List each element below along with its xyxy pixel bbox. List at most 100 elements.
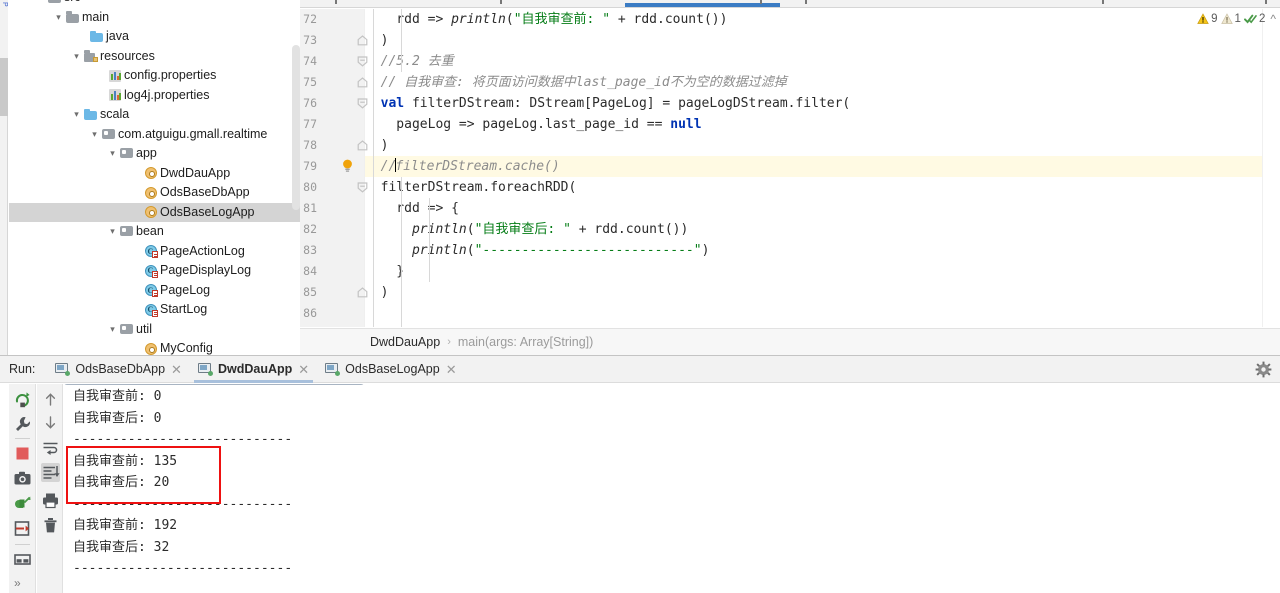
code-line[interactable]: pageLog => pageLog.last_page_id == null [365, 114, 701, 135]
properties-file-icon [107, 66, 124, 85]
tree-item-src[interactable]: src [9, 0, 300, 8]
tree-item-pageactionlog[interactable]: C PageActionLog [9, 242, 300, 262]
layout-icon[interactable] [13, 550, 32, 569]
tree-item-app[interactable]: ▾ app [9, 144, 300, 164]
tree-item-odsbasedbapp[interactable]: OdsBaseDbApp [9, 183, 300, 203]
editor-gutter[interactable]: 72 73 74 75 76 77 78 79 80 81 82 83 84 85 86 [300, 9, 368, 327]
code-line[interactable]: filterDStream.foreachRDD( [365, 177, 577, 198]
soft-wrap-icon[interactable] [41, 438, 60, 457]
run-tab-odsbaselogapp[interactable]: OdsBaseLogApp ✕ [317, 356, 464, 383]
tree-item-myconfig[interactable]: MyConfig [9, 339, 300, 355]
close-icon[interactable]: ✕ [298, 363, 309, 376]
indent-guide [429, 240, 430, 282]
rerun-icon[interactable] [13, 390, 32, 409]
tree-item-log4j-properties[interactable]: log4j.properties [9, 86, 300, 106]
chevron-down-icon[interactable]: ▾ [106, 320, 119, 340]
tree-item-pagelog[interactable]: C PageLog [9, 281, 300, 301]
chevron-down-icon[interactable]: ▾ [88, 125, 101, 145]
tree-item-main[interactable]: ▾ main [9, 8, 300, 28]
code-line[interactable]: println("---------------------------") [365, 240, 709, 261]
tree-item-resources[interactable]: ▾ resources [9, 47, 300, 67]
breadcrumb-method[interactable]: main(args: Array[String]) [458, 335, 593, 349]
code-line[interactable]: ) [365, 282, 389, 303]
run-tab-odsbasedbapp[interactable]: OdsBaseDbApp ✕ [47, 356, 190, 383]
scroll-to-end-icon[interactable] [41, 463, 60, 482]
stripe-button-project[interactable]: P [0, 0, 8, 58]
code-line[interactable]: val filterDStream: DStream[PageLog] = pa… [365, 93, 851, 114]
collapse-inspections-caret[interactable]: ^ [1270, 12, 1276, 26]
tree-item-com-atguigu-gmall-realtime[interactable]: ▾ com.atguigu.gmall.realtime [9, 125, 300, 145]
line-number: 75 [303, 75, 317, 89]
tree-item-util[interactable]: ▾ util [9, 320, 300, 340]
chevron-down-icon[interactable]: ▾ [106, 222, 119, 242]
console-output-line: 自我审查后: 32 [73, 537, 169, 559]
run-tool-window[interactable]: Run: OdsBaseDbApp ✕ DwdDauApp ✕ OdsBaseLogAp… [0, 355, 1280, 593]
line-number: 84 [303, 264, 317, 278]
chevron-down-icon[interactable]: ▾ [70, 47, 83, 67]
run-toolbar-primary[interactable]: » [9, 384, 36, 593]
run-tab-dwddauapp[interactable]: DwdDauApp ✕ [190, 356, 317, 383]
stripe-button-structure[interactable] [0, 58, 8, 116]
tree-item-scala[interactable]: ▾ scala [9, 105, 300, 125]
tree-item-odsbaselogapp[interactable]: OdsBaseLogApp [9, 202, 300, 222]
code-line[interactable]: //5.2 去重 [365, 51, 454, 72]
arrow-down-icon[interactable] [41, 413, 60, 432]
console-text: 自我审查后: [73, 410, 154, 426]
trash-icon[interactable] [41, 516, 60, 535]
code-line[interactable]: rdd => { [365, 198, 459, 219]
code-line[interactable]: ) [365, 135, 389, 156]
print-icon[interactable] [41, 491, 60, 510]
weak-warning-indicator[interactable]: 1 [1220, 13, 1241, 25]
tool-window-stripe-left: P [0, 0, 8, 355]
checks-indicator[interactable]: 2 [1244, 13, 1265, 25]
export-threads-icon[interactable] [13, 494, 32, 513]
run-toolbar-secondary[interactable] [37, 384, 63, 593]
run-tab-bar[interactable]: Run: OdsBaseDbApp ✕ DwdDauApp ✕ OdsBaseLogAp… [0, 356, 1280, 383]
breadcrumb-class[interactable]: DwdDauApp [370, 335, 440, 349]
chevron-down-icon[interactable]: ▾ [106, 144, 119, 164]
tree-item-bean[interactable]: ▾ bean [9, 222, 300, 242]
run-tab-label: OdsBaseDbApp [75, 362, 166, 376]
chevron-down-icon[interactable]: ▾ [70, 105, 83, 125]
code-line[interactable]: //filterDStream.cache() [365, 156, 560, 177]
console-value: 20 [153, 475, 170, 490]
editor-code-area[interactable]: rdd => println("自我审查前: " + rdd.count()) … [365, 9, 1262, 327]
editor-tab-bar[interactable] [300, 0, 1280, 8]
console-horizontal-scrollbar[interactable] [64, 384, 364, 385]
breadcrumb[interactable]: DwdDauApp › main(args: Array[String]) [300, 328, 1280, 355]
code-line[interactable]: // 自我审查: 将页面访问数据中last_page_id不为空的数据过滤掉 [365, 72, 787, 93]
camera-dump-icon[interactable] [13, 469, 32, 488]
tree-item-java[interactable]: java [9, 27, 300, 47]
tree-item-dwddauapp[interactable]: DwdDauApp [9, 164, 300, 184]
tree-item-pagedisplaylog[interactable]: C PageDisplayLog [9, 261, 300, 281]
chevron-down-icon[interactable]: ▾ [52, 8, 65, 28]
tree-item-label: DwdDauApp [160, 165, 231, 180]
close-icon[interactable]: ✕ [171, 363, 182, 376]
exit-icon[interactable] [13, 519, 32, 538]
code-line[interactable]: ) [365, 30, 389, 51]
code-line[interactable]: } [365, 261, 404, 282]
console-output-line: 自我审查前: 0 [73, 386, 161, 408]
run-tab-label: DwdDauApp [217, 362, 293, 376]
expand-more-icon[interactable]: » [14, 574, 33, 593]
code-line[interactable]: rdd => println("自我审查前: " + rdd.count()) [365, 9, 727, 30]
console-output[interactable]: 自我审查前: 0 自我审查后: 0 ------------------------… [64, 384, 1280, 593]
console-output-line: 自我审查前: 192 [73, 515, 177, 537]
editor-marker-bar[interactable] [1262, 9, 1280, 327]
wrench-settings-icon[interactable] [13, 415, 32, 434]
inspection-status-widget[interactable]: 9 1 2 ^ [1197, 11, 1276, 27]
code-line[interactable]: println("自我审查后: " + rdd.count()) [365, 219, 688, 240]
resources-folder-icon [83, 47, 100, 66]
project-tool-window[interactable]: src▾mainjava▾resourcesconfig.propertiesl… [9, 0, 300, 355]
tree-item-startlog[interactable]: C StartLog [9, 300, 300, 320]
tree-item-config-properties[interactable]: config.properties [9, 66, 300, 86]
gear-icon[interactable] [1255, 361, 1272, 378]
console-value: 192 [153, 518, 178, 533]
console-text: ---------------------------- [73, 496, 293, 512]
code-editor[interactable]: 72 73 74 75 76 77 78 79 80 81 82 83 84 85 86 rdd => pr… [300, 0, 1280, 355]
stop-icon[interactable] [13, 444, 32, 463]
intention-bulb-icon[interactable] [341, 159, 354, 172]
arrow-up-icon[interactable] [41, 390, 60, 409]
warning-indicator[interactable]: 9 [1197, 13, 1218, 25]
close-icon[interactable]: ✕ [446, 363, 457, 376]
